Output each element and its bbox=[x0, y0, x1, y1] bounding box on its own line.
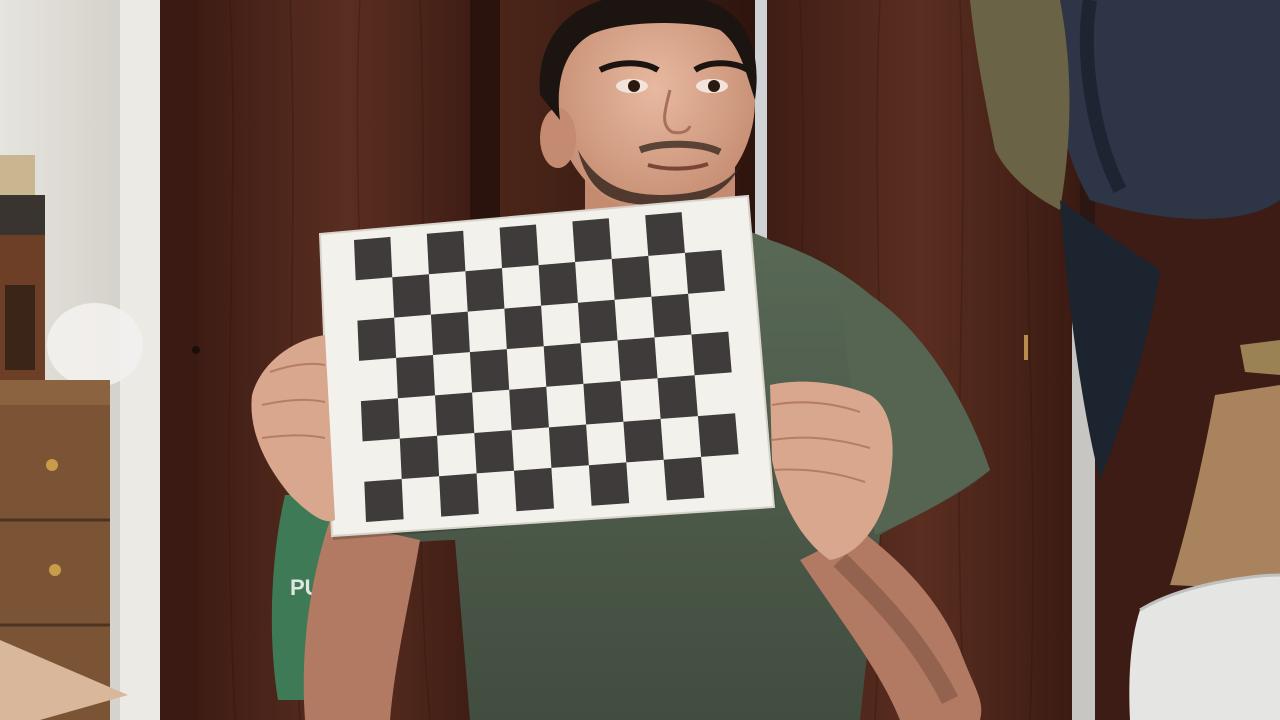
checker-square bbox=[360, 398, 400, 442]
checker-square bbox=[691, 331, 732, 376]
checker-square bbox=[514, 467, 554, 512]
checker-square bbox=[354, 236, 393, 281]
checker-square bbox=[538, 262, 578, 306]
checker-square bbox=[499, 224, 539, 269]
door-latch bbox=[192, 346, 200, 354]
checker-square bbox=[572, 218, 612, 262]
checker-square bbox=[583, 381, 624, 425]
checker-square bbox=[465, 268, 505, 312]
door-frame bbox=[160, 0, 200, 720]
checker-square bbox=[357, 317, 397, 361]
checker-square bbox=[577, 299, 618, 344]
drawer-top bbox=[0, 380, 110, 405]
checker-square bbox=[364, 479, 404, 522]
checker-square bbox=[663, 456, 705, 501]
door-hinge bbox=[1024, 335, 1028, 360]
checker-square bbox=[657, 375, 698, 419]
checker-square bbox=[548, 424, 589, 468]
checker-square bbox=[430, 311, 470, 355]
shelf-inner bbox=[5, 285, 35, 370]
checker-square bbox=[469, 349, 510, 393]
glass-bowl bbox=[47, 303, 143, 387]
door-handle bbox=[1240, 340, 1280, 375]
checker-square bbox=[426, 230, 466, 275]
photo-scene: PU bbox=[0, 0, 1280, 720]
checker-square bbox=[439, 473, 479, 517]
checker-square bbox=[435, 392, 475, 436]
checker-square bbox=[392, 274, 431, 318]
checker-square bbox=[399, 435, 440, 479]
checkerboard-card bbox=[318, 194, 776, 540]
checker-square bbox=[697, 413, 739, 457]
shelf-box bbox=[0, 155, 35, 200]
checker-square bbox=[588, 462, 630, 506]
drawer-knob bbox=[46, 459, 58, 471]
checker-square bbox=[651, 293, 692, 338]
checker-square bbox=[504, 305, 544, 350]
checker-square bbox=[617, 337, 658, 381]
checker-square bbox=[623, 418, 664, 463]
checker-square bbox=[474, 430, 514, 474]
drawer-knob bbox=[49, 564, 61, 576]
checker-square bbox=[611, 255, 652, 300]
checker-square bbox=[396, 355, 435, 399]
checker-square bbox=[645, 212, 685, 256]
door-light-strip bbox=[755, 0, 767, 270]
checker-square bbox=[509, 386, 549, 431]
checker-square bbox=[543, 343, 584, 387]
scene-canvas: PU bbox=[0, 0, 1280, 720]
checker-square bbox=[684, 249, 725, 294]
